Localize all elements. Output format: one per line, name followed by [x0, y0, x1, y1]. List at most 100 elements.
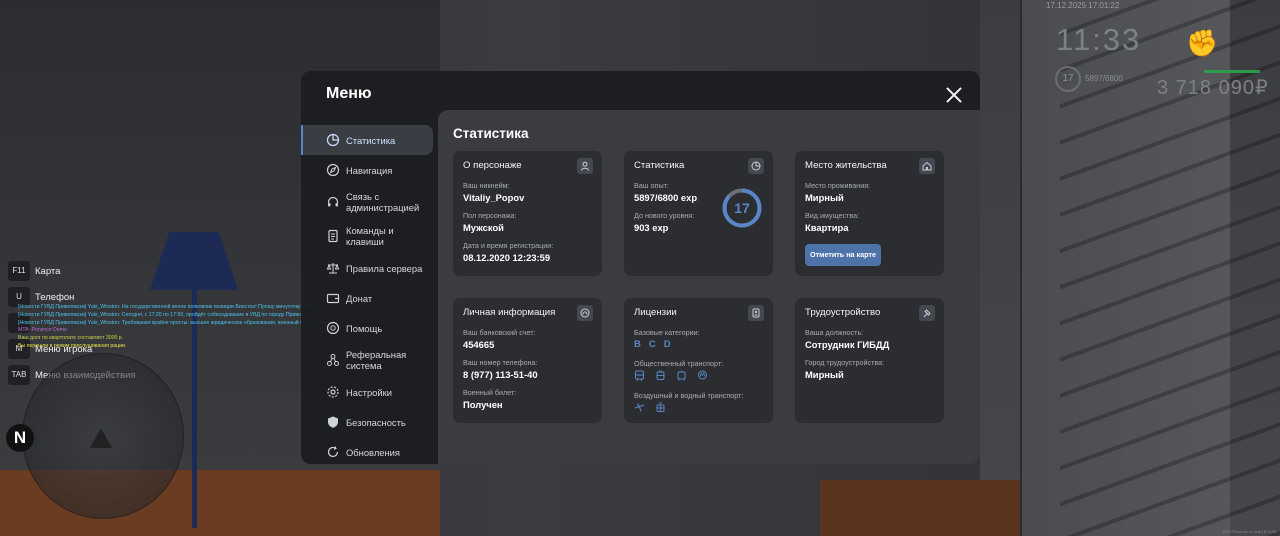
license-category: D — [663, 339, 671, 350]
hotkey-label: Карта — [35, 265, 61, 277]
sidebar-item-admin-contact[interactable]: Связь с администрацией — [301, 185, 433, 219]
refresh-icon — [327, 446, 339, 458]
license-category: C — [648, 339, 656, 350]
hud-health-bar — [1204, 70, 1260, 73]
next-level-label: До нового уровня: — [634, 211, 695, 220]
hammer-icon — [919, 305, 935, 321]
card-title: Лицензии — [634, 307, 677, 318]
position-label: Ваша должность: — [805, 328, 864, 337]
tram-icon — [677, 370, 686, 381]
sidebar-item-statistics[interactable]: Статистика — [301, 125, 433, 155]
document-icon — [328, 229, 338, 243]
chat-line: MTA: Province Demo — [18, 327, 67, 334]
chat-log: [Новости ГУВД Приволжска] Yuki_Winston: … — [18, 304, 348, 351]
registration-label: Дата и время регистрации: — [463, 241, 554, 250]
sidebar-item-label: Связь с администрацией — [346, 191, 420, 213]
work-city-value: Мирный — [805, 369, 844, 380]
residence-place-value: Мирный — [805, 192, 844, 203]
property-type-label: Вид имущества: — [805, 211, 860, 220]
gender-label: Пол персонажа: — [463, 211, 517, 220]
hotkey-label: Телефон — [35, 291, 75, 303]
bank-account-value: 454665 — [463, 339, 495, 350]
chat-line: Вы перешли в режим прослушивания рации. — [18, 342, 127, 349]
chat-line: [Новости ГУВД Приволжска] Yuki_Winston: … — [18, 304, 344, 310]
wallet-icon — [326, 293, 340, 304]
card-statistics: Статистика Ваш опыт: 5897/6800 exp До но… — [624, 151, 773, 276]
card-title: Личная информация — [463, 307, 556, 318]
sidebar-item-security[interactable]: Безопасность — [301, 407, 433, 437]
plane-icon — [634, 403, 645, 412]
fingerprint-icon — [577, 305, 593, 321]
residence-place-label: Место проживания: — [805, 181, 871, 190]
sidebar-item-donate[interactable]: Донат — [301, 283, 433, 313]
sidebar-item-updates[interactable]: Обновления — [301, 437, 433, 464]
bus-icon — [635, 370, 644, 381]
phone-value: 8 (977) 113-51-40 — [463, 369, 538, 380]
gender-value: Мужской — [463, 222, 504, 233]
sidebar-item-label: Команды и клавиши — [346, 225, 394, 247]
gear-icon — [327, 386, 339, 398]
exp-value: 5897/6800 exp — [634, 192, 698, 203]
sidebar-item-commands[interactable]: Команды и клавиши — [301, 219, 433, 253]
sidebar-item-settings[interactable]: Настройки — [301, 377, 433, 407]
mark-on-map-button[interactable]: Отметить на карте — [805, 244, 881, 266]
radar-north-icon: N — [6, 424, 34, 452]
card-licenses: Лицензии Базовые категории: B C D Общест… — [624, 298, 773, 423]
hud-money: 3 718 090₽ — [1157, 77, 1269, 99]
hotkey-key: TAB — [8, 365, 30, 385]
nickname-label: Ваш никнейм: — [463, 181, 510, 190]
public-transport-label: Общественный транспорт: — [634, 359, 724, 368]
hud-exp: 5897/6800 — [1085, 74, 1123, 83]
hud-level: 17 — [1055, 66, 1081, 92]
hotkey-map: F11 Карта — [8, 258, 136, 284]
sidebar-item-rules[interactable]: Правила сервера — [301, 253, 433, 283]
sidebar-item-label: Помощь — [346, 322, 383, 334]
menu-panel: Меню Статистика Навигация Связь с админи… — [301, 71, 980, 464]
sidebar-item-label: Настройки — [346, 386, 392, 398]
card-employment: Трудоустройство Ваша должность: Сотрудни… — [795, 298, 944, 423]
pie-chart-icon — [326, 133, 340, 147]
public-transport-icons — [634, 370, 708, 381]
help-icon — [326, 321, 340, 335]
hud-datetime: 17.12.2025 17:01:22 — [1046, 1, 1120, 10]
scales-icon — [326, 263, 340, 274]
menu-title: Меню — [326, 85, 372, 102]
sidebar-item-label: Реферальная система — [346, 349, 407, 371]
level-progress-ring: 17 — [722, 188, 762, 228]
id-card-icon — [748, 305, 764, 321]
fist-icon: ✊ — [1186, 28, 1219, 58]
sidebar-item-label: Донат — [346, 292, 373, 304]
property-type-value: Квартира — [805, 222, 849, 233]
referral-icon — [327, 354, 339, 366]
base-categories: B C D — [634, 339, 671, 350]
license-category: B — [634, 339, 641, 350]
nickname-value: Vitaliy_Popov — [463, 192, 525, 203]
air-water-transport-icons — [634, 402, 666, 413]
sidebar-item-referral[interactable]: Реферальная система — [301, 343, 433, 377]
headset-icon — [327, 196, 339, 207]
metro-icon — [698, 370, 707, 380]
card-title: О персонаже — [463, 160, 522, 171]
military-id-label: Военный билет: — [463, 388, 517, 397]
air-water-transport-label: Воздушный и водный транспорт: — [634, 391, 744, 400]
version-text: MTA:Province v1 build 8.1243 — [1222, 529, 1276, 534]
chat-line: Ваш долг по квартплате составляет 3000 р… — [18, 335, 124, 342]
sidebar-item-help[interactable]: Помощь — [301, 313, 433, 343]
card-character: О персонаже Ваш никнейм: Vitaliy_Popov П… — [453, 151, 602, 276]
shield-icon — [328, 416, 338, 428]
position-value: Сотрудник ГИБДД — [805, 339, 890, 350]
base-categories-label: Базовые категории: — [634, 328, 700, 337]
menu-sidebar: Статистика Навигация Связь с администрац… — [301, 125, 433, 464]
sidebar-item-label: Статистика — [346, 134, 396, 146]
card-residence: Место жительства Место проживания: Мирны… — [795, 151, 944, 276]
sidebar-item-navigation[interactable]: Навигация — [301, 155, 433, 185]
player-arrow-icon — [90, 428, 112, 448]
sidebar-item-label: Обновления — [346, 446, 400, 458]
work-city-label: Город трудоустройства: — [805, 358, 885, 367]
phone-label: Ваш номер телефона: — [463, 358, 538, 367]
close-icon[interactable] — [943, 84, 965, 106]
hotkey-key: F11 — [8, 261, 30, 281]
boat-icon — [656, 402, 665, 412]
chat-line: [Новости ГУВД Приволжска] Yuki_Winston: … — [18, 311, 348, 318]
scene-floor-right — [820, 480, 1020, 536]
